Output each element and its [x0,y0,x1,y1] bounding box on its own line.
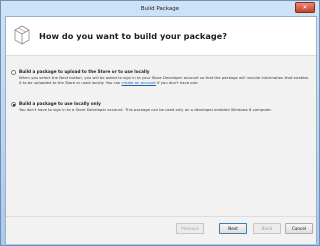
option-store-package-label: Build a package to upload to the Store o… [19,69,150,74]
close-icon: ✕ [302,4,308,11]
close-button[interactable]: ✕ [295,2,315,13]
package-icon [14,25,30,45]
dialog-header: How do you want to build your package? [6,17,316,56]
option-store-package-description: When you select the Next button, you wil… [19,75,309,86]
radio-local-package[interactable] [11,102,16,107]
option-local-package-description: You don't have to sign in to a Store Dev… [19,107,272,112]
previous-button[interactable]: Previous [176,223,204,234]
dialog-footer: Previous Next Build Cancel [6,216,316,244]
title-bar: Build Package ✕ [1,1,319,16]
option-store-package-desc-end: if you don't have one. [155,80,199,86]
next-button[interactable]: Next [219,223,247,234]
window-title: Build Package [140,5,180,12]
cancel-button[interactable]: Cancel [285,223,313,234]
page-heading: How do you want to build your package? [39,31,228,41]
options-area: Build a package to upload to the Store o… [6,56,316,216]
build-button[interactable]: Build [253,223,281,234]
option-local-package-label: Build a package to use locally only [19,101,101,106]
create-account-link[interactable]: create an account [122,80,156,85]
dialog-client-area: How do you want to build your package? B… [5,16,317,244]
build-package-dialog: Build Package ✕ How do you want to build… [0,0,320,246]
radio-store-package[interactable] [11,70,16,75]
